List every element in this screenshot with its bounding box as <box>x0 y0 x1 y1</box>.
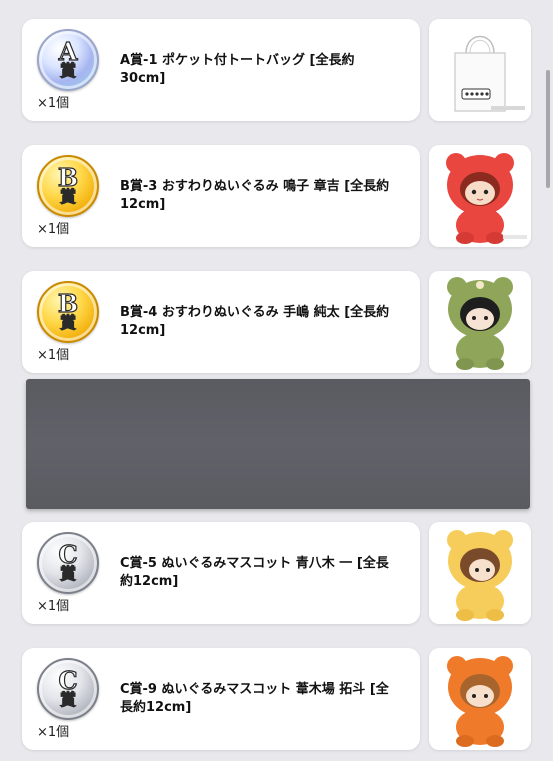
prize-quantity: ×1個 <box>37 725 70 740</box>
prize-image-green-plush[interactable] <box>429 271 531 373</box>
red-bear-plush-icon <box>446 153 527 244</box>
tote-bag-icon <box>454 35 525 112</box>
prize-rank-badge-icon: B 賞 <box>37 155 99 217</box>
prize-image-red-plush[interactable] <box>429 145 531 247</box>
prize-name: B賞-3 おすわりぬいぐるみ 鳴子 章吉 [全長約12cm] <box>120 179 390 212</box>
prize-card-c9[interactable]: C 賞 C賞-9 ぬいぐるみマスコット 葦木場 拓斗 [全長約12cm] ×1個 <box>22 648 420 750</box>
yellow-bear-plush-icon <box>447 530 513 621</box>
prize-name: B賞-4 おすわりぬいぐるみ 手嶋 純太 [全長約12cm] <box>120 305 390 338</box>
prize-quantity: ×1個 <box>37 599 70 614</box>
vertical-scrollbar[interactable] <box>546 70 550 188</box>
prize-quantity: ×1個 <box>37 222 70 237</box>
prize-image-tote-bag[interactable] <box>429 19 531 121</box>
prize-card-a1[interactable]: A 賞 A賞-1 ポケット付トートバッグ [全長約30cm] ×1個 <box>22 19 420 121</box>
prize-name: A賞-1 ポケット付トートバッグ [全長約30cm] <box>120 53 355 86</box>
prize-card-c5[interactable]: C 賞 C賞-5 ぬいぐるみマスコット 青八木 一 [全長約12cm] ×1個 <box>22 522 420 624</box>
prize-rank-badge-icon: C 賞 <box>37 532 99 594</box>
prize-name: C賞-9 ぬいぐるみマスコット 葦木場 拓斗 [全長約12cm] <box>120 682 389 715</box>
prize-image-orange-plush[interactable] <box>429 648 531 750</box>
prize-card-b3[interactable]: B 賞 B賞-3 おすわりぬいぐるみ 鳴子 章吉 [全長約12cm] ×1個 <box>22 145 420 247</box>
prize-rank-badge-icon: B 賞 <box>37 281 99 343</box>
prize-rank-badge-icon: C 賞 <box>37 658 99 720</box>
prize-rank-badge-icon: A 賞 <box>37 29 99 91</box>
prize-quantity: ×1個 <box>37 96 70 111</box>
prize-name: C賞-5 ぬいぐるみマスコット 青八木 一 [全長約12cm] <box>120 556 389 589</box>
prize-card-b4[interactable]: B 賞 B賞-4 おすわりぬいぐるみ 手嶋 純太 [全長約12cm] ×1個 <box>22 271 420 373</box>
green-bear-plush-icon <box>447 277 513 370</box>
orange-bear-plush-icon <box>447 656 513 747</box>
prize-quantity: ×1個 <box>37 348 70 363</box>
prize-image-yellow-plush[interactable] <box>429 522 531 624</box>
redacted-overlay-panel <box>26 379 530 509</box>
